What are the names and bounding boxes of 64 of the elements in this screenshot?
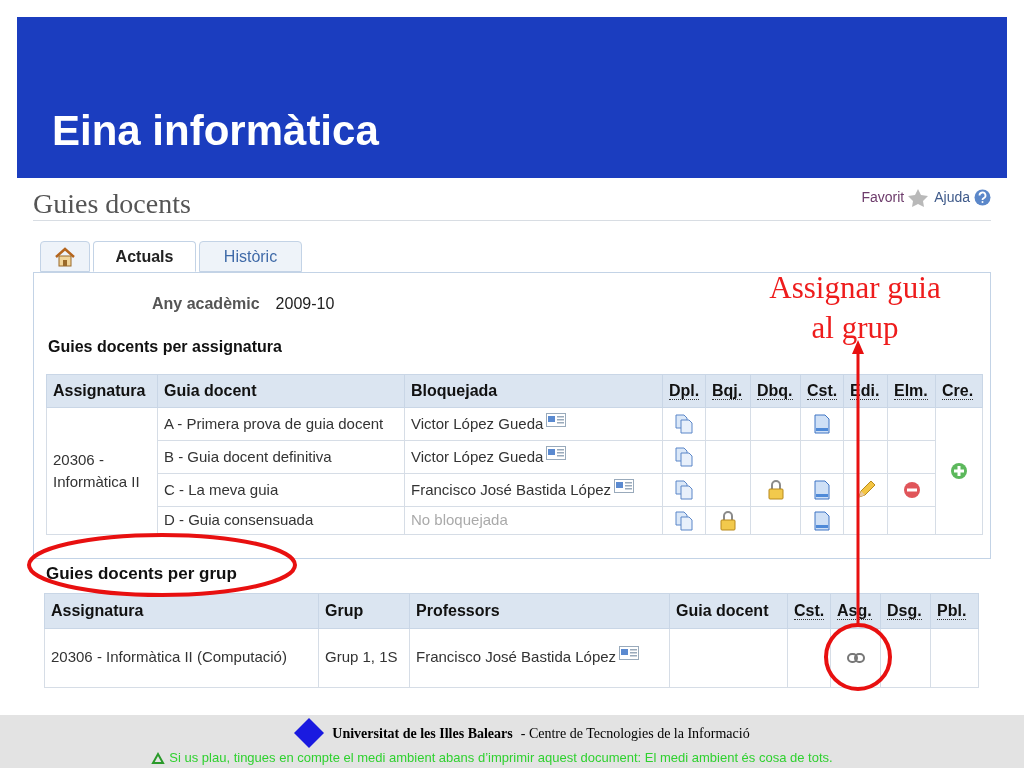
lock-owner: No bloquejada bbox=[411, 511, 508, 529]
table-cell: 20306 - Informàtica II (Computació) bbox=[44, 628, 319, 687]
column-header: Dpl. bbox=[662, 374, 706, 408]
section-title: Guies docents per grup bbox=[46, 563, 237, 585]
table-cell: C - La meva guia bbox=[157, 473, 405, 507]
document-icon[interactable] bbox=[814, 510, 830, 531]
column-header: Pbl. bbox=[930, 593, 979, 628]
page-title: Guies docents bbox=[33, 190, 191, 218]
lock-owner: Victor López Gueda bbox=[411, 447, 544, 465]
column-header: Assignatura bbox=[44, 593, 319, 628]
column-header: Guia docent bbox=[157, 374, 405, 408]
annotation-text: Assignar guia al grup bbox=[768, 269, 942, 347]
column-header: Assignatura bbox=[46, 374, 158, 408]
chain-link-icon[interactable] bbox=[846, 652, 865, 663]
professor-name: Francisco José Bastida López bbox=[416, 648, 617, 666]
copy-icon[interactable] bbox=[675, 480, 693, 500]
column-header: Cst. bbox=[800, 374, 844, 408]
field-value: 2009-10 bbox=[275, 294, 335, 314]
copy-icon[interactable] bbox=[675, 447, 693, 467]
university-name: Universitat de les Illes Balears bbox=[332, 724, 513, 743]
plus-circle-icon[interactable] bbox=[950, 462, 968, 480]
copy-icon[interactable] bbox=[675, 510, 693, 531]
lock-owner: Francisco José Bastida López bbox=[411, 480, 612, 498]
column-header: Bqj. bbox=[705, 374, 751, 408]
column-header: Bloquejada bbox=[404, 374, 663, 408]
minus-circle-icon[interactable] bbox=[902, 481, 921, 499]
contact-card-icon[interactable] bbox=[546, 412, 567, 427]
star-icon[interactable] bbox=[908, 188, 929, 207]
section-title: Guies docents per assignatura bbox=[48, 337, 282, 357]
tab[interactable]: Històric bbox=[199, 241, 302, 272]
padlock-icon[interactable] bbox=[719, 510, 737, 531]
lock-owner: Victor López Gueda bbox=[411, 414, 544, 432]
contact-card-icon[interactable] bbox=[546, 445, 567, 460]
document-icon[interactable] bbox=[814, 480, 830, 500]
environment-note: Si us plau, tingues en compte el medi ambient abans d’imprimir aquest document: El medi ambient és cosa de tots. bbox=[169, 749, 833, 767]
contact-card-icon[interactable] bbox=[619, 646, 640, 661]
table-cell: Grup 1, 1S bbox=[318, 628, 410, 687]
column-header: Dbq. bbox=[750, 374, 801, 408]
column-header: Dsg. bbox=[880, 593, 931, 628]
column-header: Grup bbox=[318, 593, 410, 628]
table-cell: 20306 - Informàtica II bbox=[46, 407, 158, 535]
table-cell: A - Primera prova de guia docent bbox=[157, 407, 405, 441]
column-header: Elm. bbox=[887, 374, 936, 408]
slide-title: Eina informàtica bbox=[52, 110, 379, 152]
recycle-icon bbox=[151, 750, 166, 765]
column-header: Professors bbox=[409, 593, 670, 628]
header-link[interactable]: Ajuda bbox=[934, 187, 991, 208]
home-tab[interactable] bbox=[40, 241, 90, 272]
contact-card-icon[interactable] bbox=[614, 478, 635, 493]
highlight-circle bbox=[823, 622, 893, 692]
header-link[interactable]: Favorit bbox=[861, 187, 929, 208]
centre-name: - Centre de Tecnologies de la Informació bbox=[520, 724, 750, 743]
column-header: Cst. bbox=[787, 593, 831, 628]
document-icon[interactable] bbox=[814, 414, 830, 434]
house-icon bbox=[54, 246, 76, 267]
padlock-icon[interactable] bbox=[766, 480, 785, 500]
copy-icon[interactable] bbox=[675, 414, 693, 434]
tab[interactable]: Actuals bbox=[93, 241, 196, 272]
diamond-logo bbox=[294, 718, 325, 748]
field-label: Any acadèmic bbox=[152, 294, 260, 314]
column-header: Guia docent bbox=[669, 593, 788, 628]
help-icon[interactable] bbox=[974, 189, 991, 206]
column-header: Cre. bbox=[935, 374, 983, 408]
table-cell: B - Guia docent definitiva bbox=[157, 440, 405, 474]
